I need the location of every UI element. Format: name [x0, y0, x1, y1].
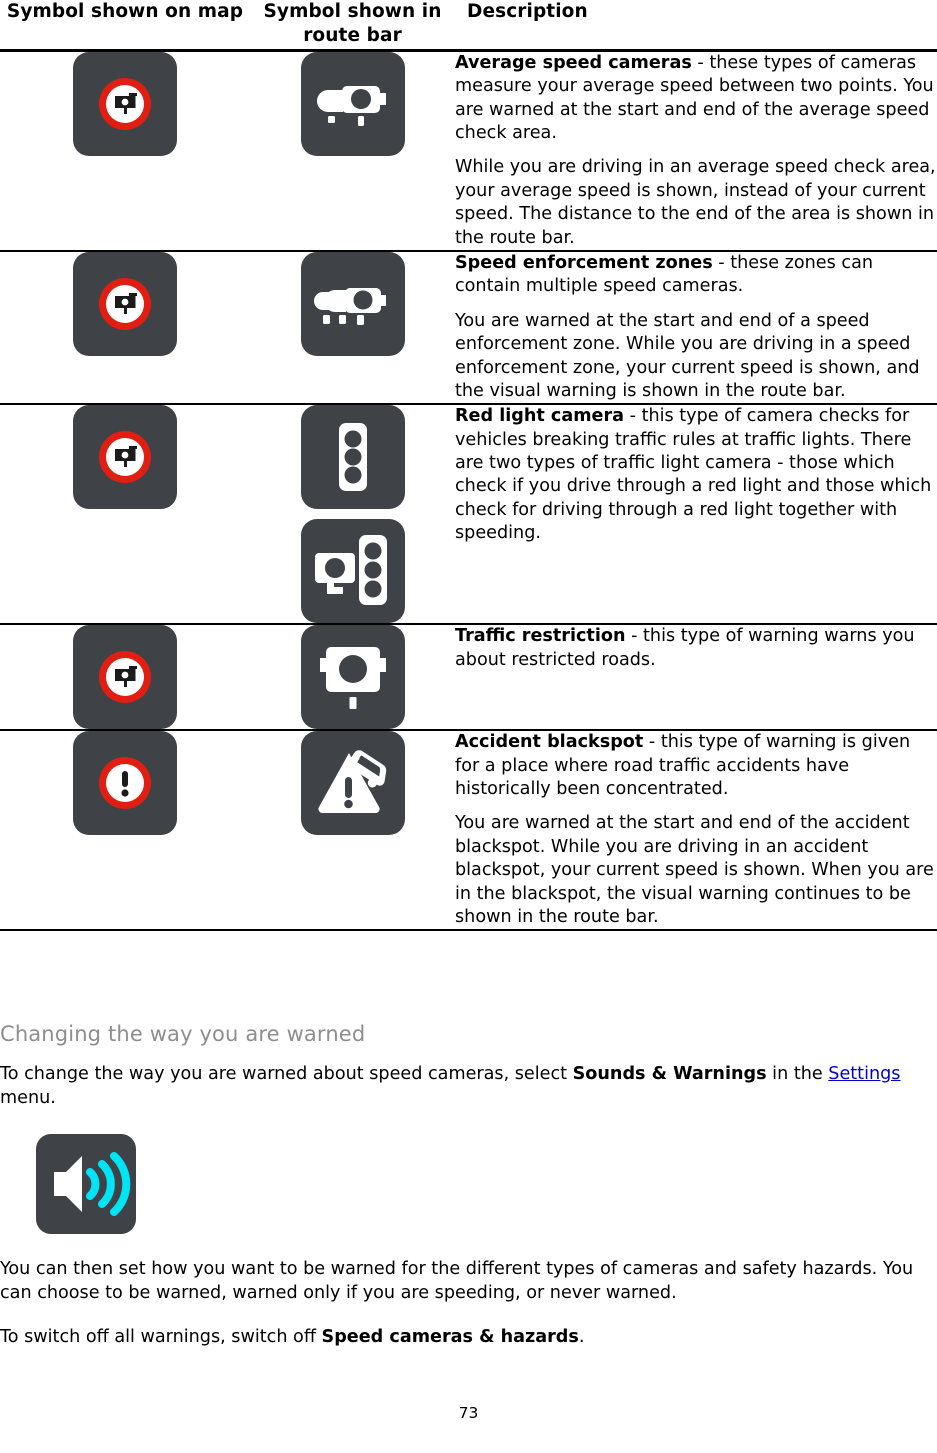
description-cell: Speed enforcement zones - these zones ca… — [455, 249, 937, 405]
intro-text-before: To change the way you are warned about s… — [0, 1064, 573, 1084]
red-light-camera-icon — [300, 519, 405, 624]
column-header-map: Symbol shown on map — [6, 1, 244, 22]
row-para-1: While you are driving in an average spee… — [455, 157, 936, 248]
description-title-para: Accident blackspot - this type of warnin… — [455, 731, 937, 801]
speed-camera-sign-icon — [73, 625, 177, 730]
map-symbol-cell — [0, 403, 250, 625]
sounds-and-warnings-label: Sounds & Warnings — [572, 1064, 767, 1084]
route-bar-symbol-cell — [250, 729, 455, 931]
description-cell: Average speed cameras - these types of c… — [455, 50, 937, 251]
sound-icon-wrapper — [36, 1134, 937, 1235]
symbols-table: Symbol shown on map Symbol shown in rout… — [0, 0, 937, 933]
row-title: Speed enforcement zones — [455, 252, 713, 273]
row-title: Accident blackspot — [455, 732, 644, 753]
speed-camera-sign-icon — [73, 251, 177, 356]
speed-camera-sign-icon — [73, 51, 177, 156]
intro-text-middle: in the — [766, 1064, 829, 1084]
description-cell: Red light camera - this type of camera c… — [455, 403, 937, 625]
map-symbol-cell — [0, 623, 250, 731]
table-header: Symbol shown on map Symbol shown in rout… — [0, 0, 937, 49]
page-number: 73 — [458, 1404, 479, 1422]
row-para-1: You are warned at the start and end of a… — [455, 310, 920, 401]
description-title-para: Speed enforcement zones - these zones ca… — [455, 252, 937, 299]
table-row: Traffic restriction - this type of warni… — [0, 623, 937, 731]
traffic-light-icon — [300, 405, 405, 510]
row-title: Average speed cameras — [455, 52, 692, 73]
row-para-1: You are warned at the start and end of t… — [455, 813, 934, 928]
route-bar-symbol-cell — [250, 623, 455, 731]
switch-off-text-before: To switch off all warnings, switch off — [0, 1327, 322, 1348]
switch-off-paragraph: To switch off all warnings, switch off S… — [0, 1326, 937, 1350]
speed-cameras-hazards-label: Speed cameras & hazards — [321, 1327, 579, 1348]
document-page: Symbol shown on map Symbol shown in rout… — [0, 0, 937, 1453]
map-symbol-cell — [0, 729, 250, 931]
map-symbol-cell — [0, 249, 250, 405]
table-row: Speed enforcement zones - these zones ca… — [0, 249, 937, 405]
route-bar-symbol-cell — [250, 403, 455, 625]
warning-options-paragraph: You can then set how you want to be warn… — [0, 1259, 914, 1303]
warning-exclamation-sign-icon — [73, 731, 177, 836]
traffic-restriction-camera-icon — [300, 625, 405, 730]
route-bar-symbol-cell — [250, 249, 455, 405]
accident-blackspot-icon — [300, 731, 405, 836]
switch-off-text-after: . — [578, 1327, 585, 1348]
table-bottom-rule — [0, 929, 937, 933]
table-row: Average speed cameras - these types of c… — [0, 50, 937, 251]
changing-warnings-section: Changing the way you are warned To chang… — [0, 1022, 937, 1350]
route-bar-symbol-cell — [250, 50, 455, 251]
map-symbol-cell — [0, 50, 250, 251]
column-header-route-bar: Symbol shown in route bar — [263, 1, 442, 47]
description-title-para: Traffic restriction - this type of warni… — [455, 625, 937, 672]
sound-warning-icon — [36, 1134, 136, 1235]
row-title: Traffic restriction — [455, 626, 626, 647]
table-row: Accident blackspot - this type of warnin… — [0, 729, 937, 931]
table-row: Red light camera - this type of camera c… — [0, 403, 937, 625]
row-para-0: - this type of camera checks for vehicle… — [455, 406, 932, 544]
speed-camera-sign-icon — [73, 405, 177, 510]
column-header-description: Description — [467, 1, 588, 22]
row-title: Red light camera — [455, 406, 625, 427]
description-cell: Traffic restriction - this type of warni… — [455, 623, 937, 731]
intro-paragraph: To change the way you are warned about s… — [0, 1063, 937, 1110]
description-cell: Accident blackspot - this type of warnin… — [455, 729, 937, 931]
speed-enforcement-zone-icon — [300, 251, 405, 356]
description-title-para: Red light camera - this type of camera c… — [455, 405, 937, 545]
description-title-para: Average speed cameras - these types of c… — [455, 52, 937, 146]
intro-text-after: menu. — [0, 1087, 56, 1108]
section-heading: Changing the way you are warned — [0, 1022, 366, 1046]
average-speed-camera-icon — [300, 51, 405, 156]
settings-link[interactable]: Settings — [828, 1064, 900, 1084]
